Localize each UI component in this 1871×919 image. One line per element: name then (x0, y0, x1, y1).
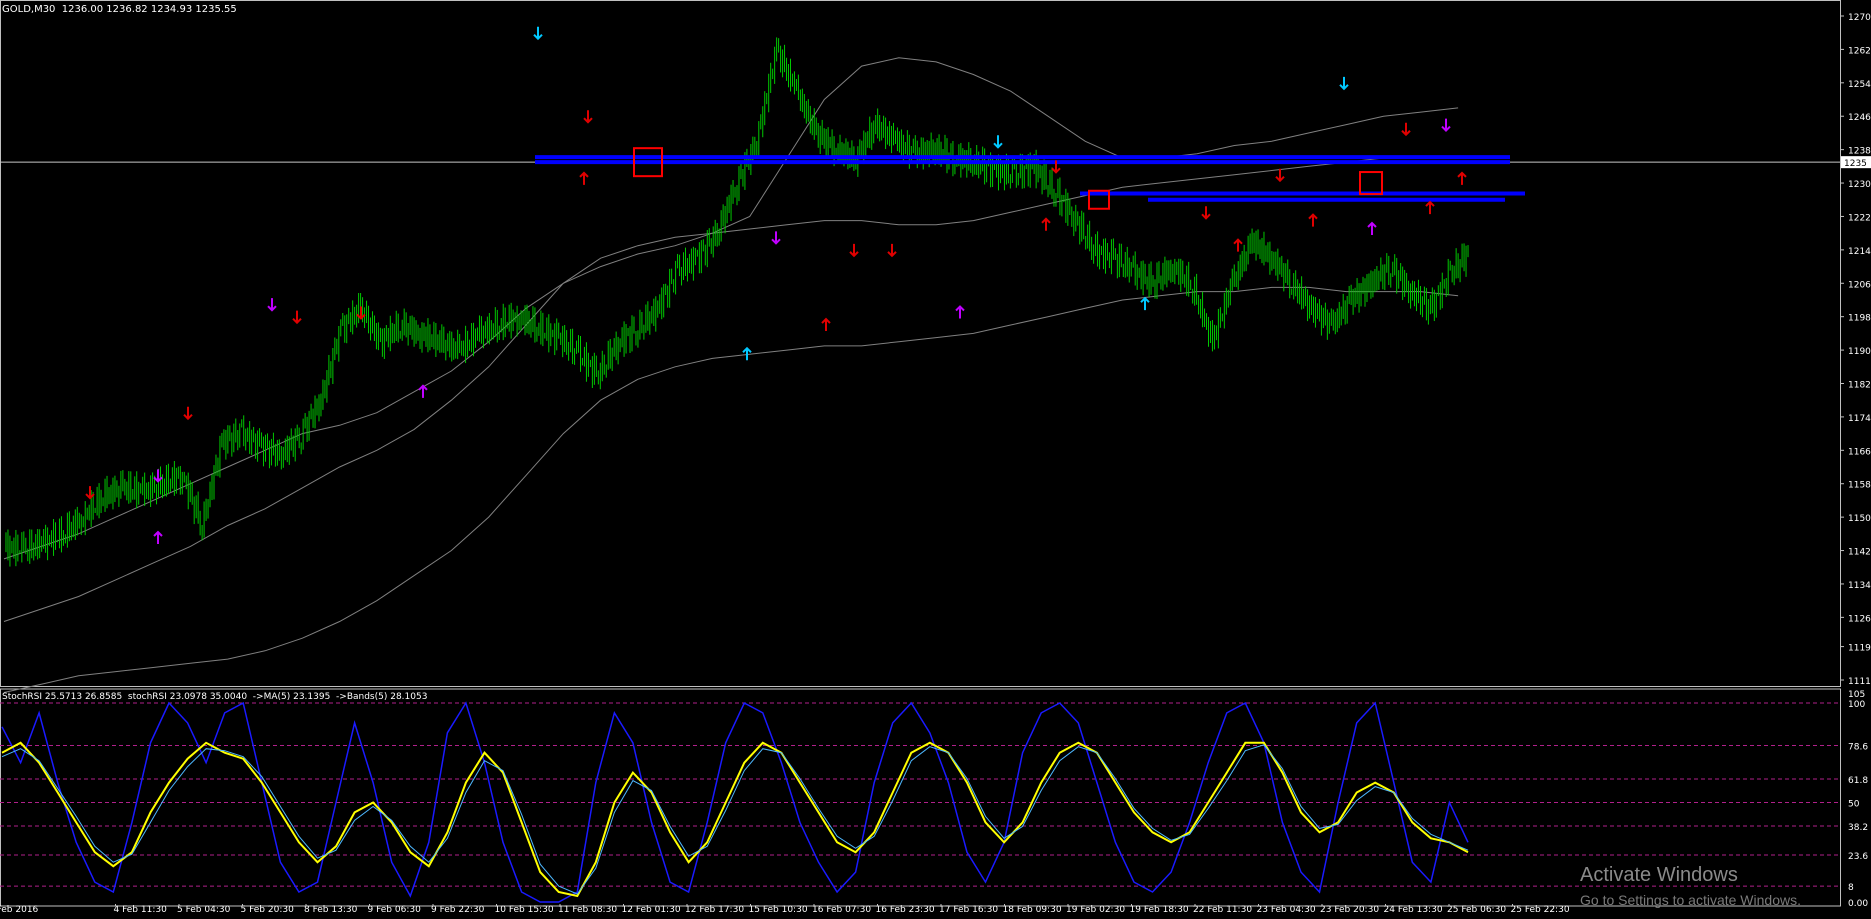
price-tick-label: 1230 (1848, 180, 1871, 190)
signal-arrow (533, 26, 543, 41)
price-tick-label: 1198 (1848, 314, 1871, 324)
price-tick-label: 1134 (1848, 581, 1871, 591)
osc-tick-label: 38.2 (1848, 823, 1868, 833)
signal-arrow (1233, 238, 1243, 252)
signal-arrow (583, 110, 593, 124)
x-tick-label: 24 Feb 13:30 (1384, 905, 1443, 915)
signal-arrow (849, 243, 859, 258)
osc-frame (0, 688, 1841, 907)
price-tick-label: 1222 (1848, 213, 1871, 223)
price-tick-label: 1174 (1848, 414, 1871, 424)
osc-tick-label: 23.6 (1848, 852, 1868, 862)
osc-tick-label: 100 (1848, 700, 1865, 710)
signal-arrow (1308, 213, 1318, 227)
osc-tick-label: 0.00 (1848, 899, 1868, 909)
x-tick-label: 12 Feb 17:30 (685, 905, 744, 915)
price-tick-label: 1190 (1848, 347, 1871, 357)
chart-canvas[interactable]: 1270 1262 1254 1246 1238 1230 1222 1214 1206 1198… (0, 0, 1871, 915)
band-line-0 (3, 57, 1459, 560)
price-tick-label: 1214 (1848, 247, 1871, 257)
x-tick-label: 22 Feb 11:30 (1193, 905, 1252, 915)
x-tick-label: 11 Feb 08:30 (558, 905, 617, 915)
signal-arrow (153, 530, 163, 545)
signal-arrow (1339, 76, 1349, 91)
signal-arrow (1401, 122, 1411, 137)
x-tick-label: 19 Feb 18:30 (1130, 905, 1189, 915)
price-tick-label: 1166 (1848, 447, 1871, 457)
osc-series-2 (1, 744, 1469, 895)
symbol-header: GOLD,M30 1236.00 1236.82 1234.93 1235.55 (2, 4, 237, 15)
x-tick-label: 23 Feb 04:30 (1257, 905, 1316, 915)
chart-root: 1270 1262 1254 1246 1238 1230 1222 1214 1206 1198… (0, 0, 1871, 915)
price-tick-label: 1142 (1848, 548, 1871, 558)
x-tick-label: 3 Feb 2016 (0, 905, 39, 915)
x-tick-label: 16 Feb 23:30 (876, 905, 935, 915)
price-tick-label: 1238 (1848, 147, 1871, 157)
signal-arrow (1140, 296, 1150, 311)
price-tick-label: 1119 (1848, 644, 1871, 654)
osc-series-1 (1, 741, 1469, 898)
candles (5, 37, 1469, 567)
x-tick-label: 8 Feb 13:30 (304, 905, 358, 915)
price-tick-label: 1254 (1848, 80, 1871, 90)
osc-tick-label: 78.6 (1848, 743, 1868, 753)
x-tick-label: 25 Feb 06:30 (1447, 905, 1506, 915)
signal-arrow (1041, 217, 1051, 231)
price-tick-label: 1158 (1848, 481, 1871, 491)
signal-arrow (1201, 206, 1211, 220)
signal-arrow (1457, 171, 1467, 185)
x-tick-label: 9 Feb 06:30 (368, 905, 422, 915)
price-tick-label: 1150 (1848, 514, 1871, 524)
price-tick-label: 1270 (1848, 13, 1871, 23)
signal-box (1359, 171, 1383, 196)
osc-tick-label: 8 (1848, 883, 1854, 893)
watermark-title: Activate Windows (1580, 864, 1738, 886)
price-tick-label: 1126 (1848, 614, 1871, 624)
x-tick-label: 23 Feb 20:30 (1320, 905, 1379, 915)
signal-arrow (993, 135, 1003, 149)
osc-tick-label: 50 (1848, 799, 1860, 809)
osc-tick-label: 105 (1848, 690, 1865, 700)
x-tick-label: 10 Feb 15:30 (495, 905, 554, 915)
signal-arrow (1275, 168, 1285, 183)
x-tick-label: 9 Feb 22:30 (431, 905, 485, 915)
main-frame (0, 0, 1841, 687)
x-tick-label: 15 Feb 10:30 (749, 905, 808, 915)
signal-arrow (418, 384, 428, 398)
current-price-label: 1235 (1844, 159, 1867, 169)
x-tick-label: 16 Feb 07:30 (812, 905, 871, 915)
signal-arrow (183, 406, 193, 421)
price-tick-label: 1246 (1848, 113, 1871, 123)
x-tick-label: 4 Feb 11:30 (114, 905, 168, 915)
x-tick-label: 17 Feb 16:30 (939, 905, 998, 915)
signal-arrow (1441, 118, 1451, 132)
price-tick-label: 1206 (1848, 280, 1871, 290)
x-tick-label: 18 Feb 09:30 (1003, 905, 1062, 915)
x-tick-label: 5 Feb 04:30 (177, 905, 231, 915)
band-line-1 (3, 157, 1459, 622)
signal-arrow (821, 317, 831, 332)
x-tick-label: 25 Feb 22:30 (1511, 905, 1570, 915)
indicator-header: StochRSI 25.5713 26.8585 stochRSI 23.097… (2, 692, 428, 702)
x-tick-label: 12 Feb 01:30 (622, 905, 681, 915)
signal-arrow (955, 305, 965, 319)
band-line-2 (3, 286, 1459, 693)
x-tick-label: 19 Feb 02:30 (1066, 905, 1125, 915)
price-tick-label: 1262 (1848, 46, 1871, 56)
osc-tick-label: 61.8 (1848, 776, 1868, 786)
watermark-subtitle: Go to Settings to activate Windows. (1580, 892, 1801, 908)
signal-arrow (1425, 200, 1435, 215)
signal-arrow (267, 298, 277, 312)
signal-arrow (1367, 221, 1377, 235)
signal-arrow (579, 171, 589, 185)
signal-arrow (292, 310, 302, 325)
signal-arrow (771, 231, 781, 245)
signal-arrow (887, 243, 897, 258)
price-tick-label: 1111 (1848, 677, 1871, 687)
x-tick-label: 5 Feb 20:30 (241, 905, 295, 915)
price-tick-label: 1182 (1848, 380, 1871, 390)
